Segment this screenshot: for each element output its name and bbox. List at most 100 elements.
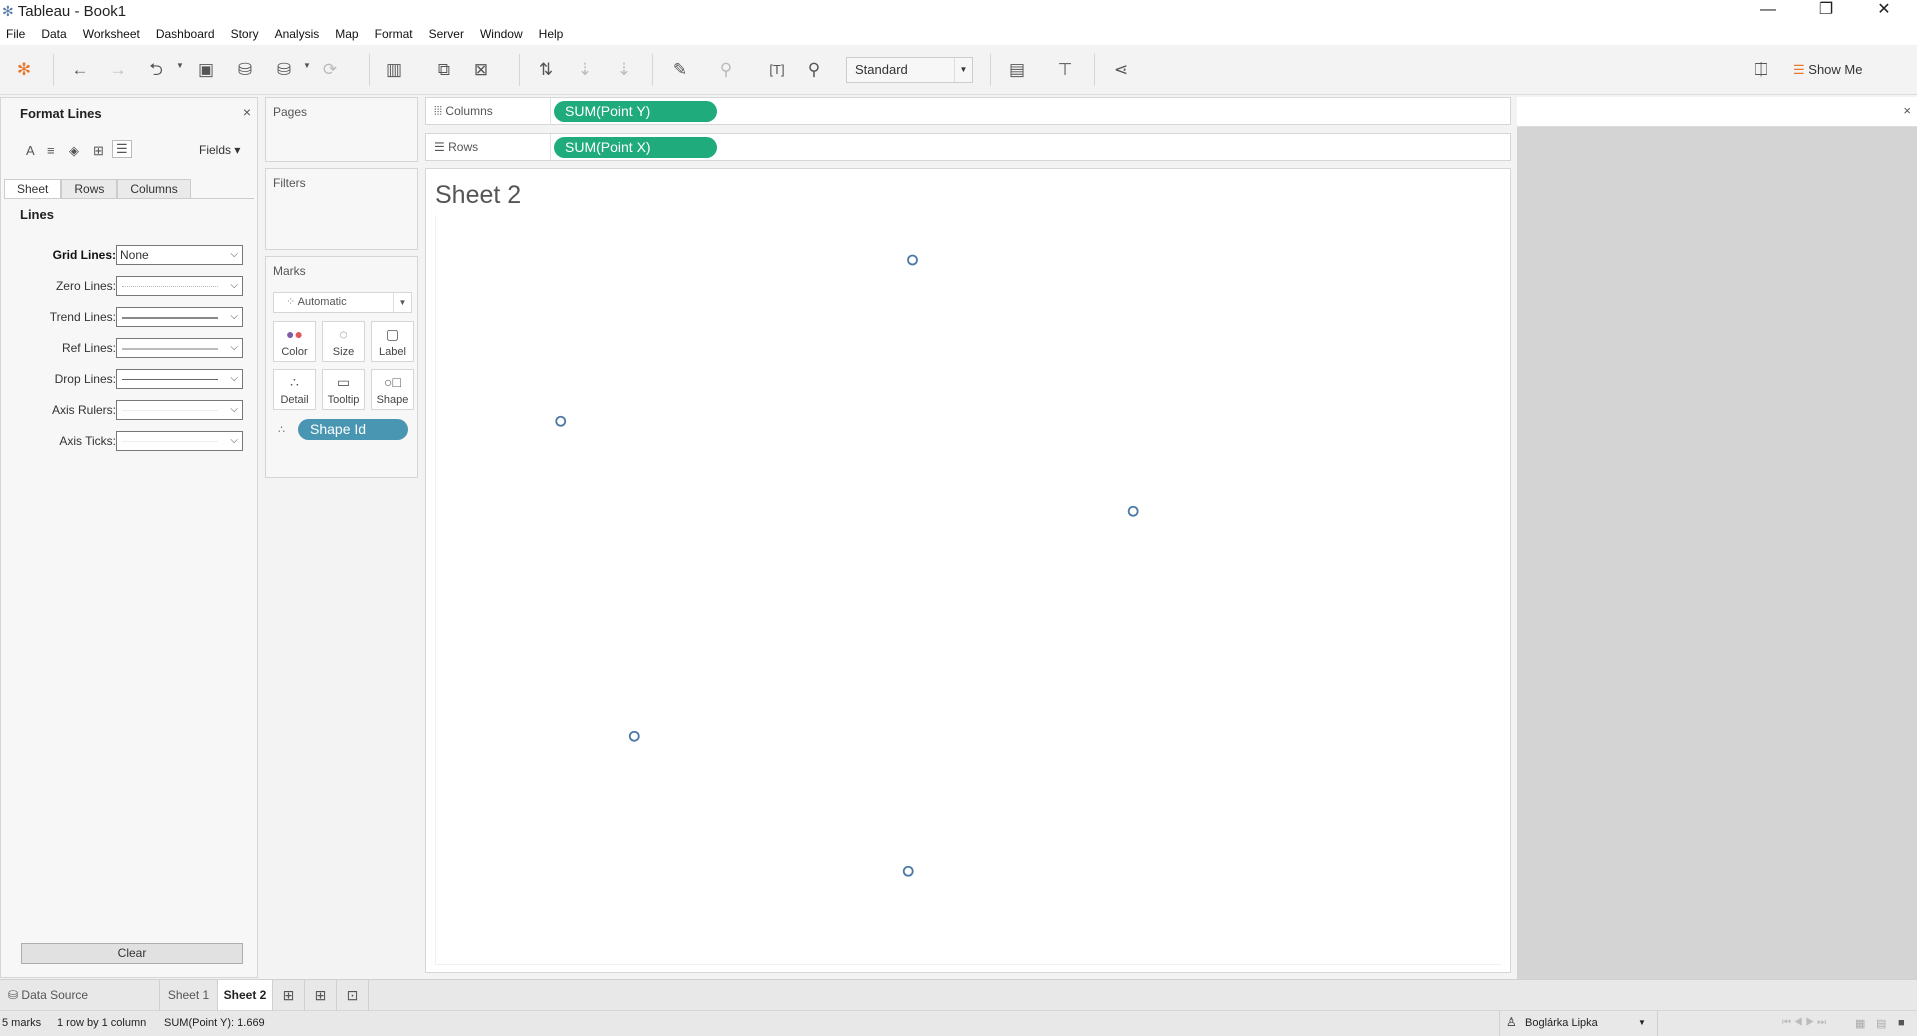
menu-bar: File Data Worksheet Dashboard Story Anal… — [0, 22, 1917, 45]
menu-map[interactable]: Map — [335, 27, 358, 41]
menu-data[interactable]: Data — [41, 27, 66, 41]
mark-type-select[interactable]: ⁘ Automatic ▼ — [273, 292, 412, 313]
marks-size-button[interactable]: ◌ Size — [322, 321, 365, 362]
data-source-tab[interactable]: ⛁ Data Source — [0, 980, 160, 1010]
share-icon[interactable]: ⋖ — [1109, 58, 1133, 82]
new-story-icon[interactable]: ⊡ — [337, 980, 369, 1010]
single-view-icon[interactable]: ■ — [1898, 1017, 1905, 1029]
worksheet-view: Sheet 2 — [425, 168, 1511, 973]
menu-worksheet[interactable]: Worksheet — [83, 27, 140, 41]
tab-sheet[interactable]: Sheet — [4, 179, 62, 198]
borders-icon[interactable]: ⊞ — [93, 143, 104, 159]
rows-label: ☰ Rows — [426, 134, 551, 160]
clear-sheet-icon[interactable]: ⊠ — [469, 58, 493, 82]
refresh-icon[interactable]: ⟳ — [318, 58, 342, 82]
close-window-button[interactable]: ✕ — [1861, 0, 1907, 22]
line-style-preview — [122, 441, 218, 442]
new-dashboard-icon[interactable]: ⊞ — [305, 980, 337, 1010]
save-icon[interactable]: ▣ — [194, 58, 218, 82]
data-point[interactable] — [907, 254, 918, 266]
clear-button[interactable]: Clear — [21, 943, 243, 964]
pages-card[interactable]: Pages — [265, 97, 418, 162]
duplicate-sheet-icon[interactable]: ⧉ — [432, 58, 456, 82]
marks-detail-button[interactable]: ∴ Detail — [273, 369, 316, 410]
format-row-select[interactable]: ⌵ — [116, 338, 243, 358]
plot-pane[interactable] — [435, 215, 1501, 965]
show-labels-icon[interactable]: [T] — [765, 58, 789, 82]
marks-color-button[interactable]: ●● Color — [273, 321, 316, 362]
swap-icon[interactable]: ⇅ — [534, 58, 558, 82]
tab-rows[interactable]: Rows — [61, 179, 118, 198]
format-row-label: Axis Ticks: — [59, 434, 116, 448]
user-menu[interactable]: ♙ Boglárka Lipka ▼ — [1499, 1011, 1658, 1036]
chevron-down-icon: ⌵ — [230, 373, 238, 384]
menu-format[interactable]: Format — [375, 27, 413, 41]
pause-updates-icon[interactable]: ⛁ — [272, 58, 296, 82]
format-row: Grid Lines: None ⌵ — [1, 245, 259, 265]
grid-view-icon[interactable]: ▦ — [1855, 1017, 1865, 1030]
highlight-icon[interactable]: ✎ — [668, 58, 692, 82]
menu-server[interactable]: Server — [429, 27, 464, 41]
tab-columns[interactable]: Columns — [117, 179, 191, 198]
replay-icon[interactable]: ⮌ — [144, 58, 168, 82]
lines-icon[interactable]: ☰ — [112, 140, 132, 158]
close-icon[interactable]: × — [1903, 103, 1911, 118]
fit-select[interactable]: Standard ▼ — [846, 57, 973, 83]
marks-shape-button[interactable]: ○□ Shape — [371, 369, 414, 410]
format-row-select[interactable]: ⌵ — [116, 400, 243, 420]
navigation-arrows[interactable]: ⏮ ◀ ▶ ⏭ — [1782, 1017, 1826, 1028]
menu-story[interactable]: Story — [231, 27, 259, 41]
sort-descending-icon[interactable]: ⇣ — [612, 58, 636, 82]
new-worksheet-icon[interactable]: ⊞ — [273, 980, 305, 1010]
menu-analysis[interactable]: Analysis — [275, 27, 320, 41]
alignment-icon[interactable]: ≡ — [47, 143, 55, 158]
pin-icon[interactable]: ⚲ — [802, 58, 826, 82]
format-row-select[interactable]: None ⌵ — [116, 245, 243, 265]
fields-dropdown[interactable]: Fields ▾ — [199, 143, 240, 157]
tab-sheet-2[interactable]: Sheet 2 — [218, 980, 273, 1010]
columns-pill[interactable]: SUM(Point Y) — [554, 101, 717, 122]
shading-icon[interactable]: ◈ — [69, 143, 79, 159]
marks-label-button[interactable]: ▢ Label — [371, 321, 414, 362]
tab-sheet-1[interactable]: Sheet 1 — [160, 980, 218, 1010]
restore-button[interactable]: ❐ — [1803, 0, 1849, 22]
group-icon[interactable]: ⚲ — [714, 58, 738, 82]
font-icon[interactable]: A — [26, 143, 35, 158]
menu-dashboard[interactable]: Dashboard — [156, 27, 215, 41]
detail-icon: ∴ — [278, 424, 285, 436]
format-row-select[interactable]: ⌵ — [116, 369, 243, 389]
title-bar: ✻ Tableau - Book1 — ❐ ✕ — [0, 0, 1917, 22]
filmstrip-view-icon[interactable]: ▤ — [1876, 1017, 1886, 1030]
data-point[interactable] — [628, 730, 640, 742]
line-style-preview — [122, 379, 218, 380]
rows-shelf: ☰ Rows SUM(Point X) — [425, 133, 1511, 161]
filters-card[interactable]: Filters — [265, 168, 418, 250]
menu-help[interactable]: Help — [539, 27, 564, 41]
data-point[interactable] — [1127, 505, 1139, 517]
shape-id-pill[interactable]: Shape Id — [298, 419, 408, 440]
presentation-icon[interactable]: ⊤ — [1053, 58, 1077, 82]
tableau-start-icon[interactable]: ✻ — [12, 58, 36, 82]
show-cards-icon[interactable]: ▤ — [1005, 58, 1029, 82]
minimize-button[interactable]: — — [1745, 0, 1791, 22]
undo-icon[interactable]: ← — [68, 58, 92, 82]
show-me-button[interactable]: ☰ Show Me — [1793, 58, 1883, 82]
new-worksheet-icon[interactable]: ▥ — [382, 58, 406, 82]
data-source-label: Data Source — [21, 988, 89, 1002]
format-row-select[interactable]: ⌵ — [116, 307, 243, 327]
rows-pill[interactable]: SUM(Point X) — [554, 137, 717, 158]
caret-down-icon[interactable]: ▼ — [176, 61, 184, 70]
data-point[interactable] — [555, 415, 567, 427]
data-point[interactable] — [902, 865, 914, 877]
menu-file[interactable]: File — [6, 27, 25, 41]
menu-window[interactable]: Window — [480, 27, 523, 41]
format-row-select[interactable]: ⌵ — [116, 276, 243, 296]
new-data-source-icon[interactable]: ⛁ — [233, 58, 257, 82]
caret-down-icon[interactable]: ▼ — [303, 61, 311, 70]
redo-icon[interactable]: → — [106, 58, 130, 82]
format-row-select[interactable]: ⌵ — [116, 431, 243, 451]
book-icon[interactable]: ⎅ — [1749, 58, 1773, 82]
close-icon[interactable]: × — [243, 104, 251, 120]
sort-ascending-icon[interactable]: ⇣ — [573, 58, 597, 82]
marks-tooltip-button[interactable]: ▭ Tooltip — [322, 369, 365, 410]
